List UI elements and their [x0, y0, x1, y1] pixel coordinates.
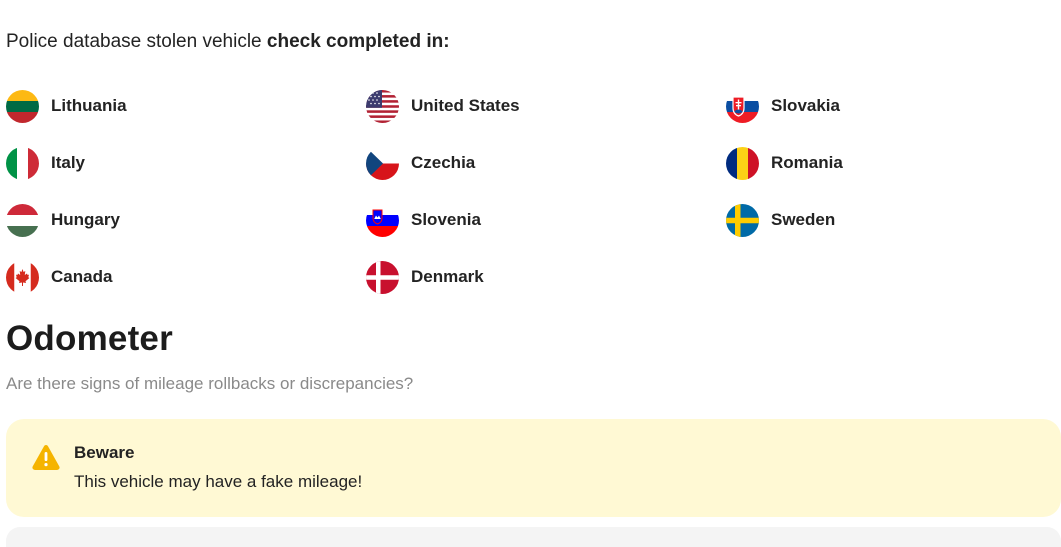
country-name: Denmark — [411, 267, 484, 286]
country-name: Lithuania — [51, 96, 127, 115]
italy-flag-icon — [6, 146, 39, 180]
country-name: United States — [411, 96, 520, 115]
country-name: Czechia — [411, 153, 476, 172]
country-item-canada: Canada — [6, 260, 112, 294]
stolen-check-intro: Police database stolen vehicle check com… — [6, 31, 450, 53]
slovenia-flag-icon — [366, 203, 399, 237]
stolen-check-intro-text: Police database stolen vehicle — [6, 31, 262, 52]
stolen-check-intro-emphasis: check completed in: — [266, 31, 450, 52]
country-name: Canada — [51, 267, 113, 286]
romania-flag-icon — [726, 146, 759, 180]
country-item-romania: Romania — [726, 146, 843, 180]
country-name: Slovenia — [411, 210, 481, 229]
next-section-card — [6, 527, 1061, 547]
mileage-warning-alert: Beware This vehicle may have a fake mile… — [6, 419, 1061, 517]
slovakia-flag-icon — [726, 89, 759, 123]
country-name: Hungary — [51, 210, 120, 229]
alert-message: This vehicle may have a fake mileage! — [74, 472, 363, 491]
country-name: Sweden — [771, 210, 836, 229]
sweden-flag-icon — [726, 203, 759, 237]
country-item-slovenia: Slovenia — [366, 203, 481, 237]
country-item-united-states: United States — [366, 89, 520, 123]
lithuania-flag-icon — [6, 89, 39, 123]
country-name: Slovakia — [771, 96, 840, 115]
country-item-sweden: Sweden — [726, 203, 835, 237]
country-item-slovakia: Slovakia — [726, 89, 840, 123]
country-item-czechia: Czechia — [366, 146, 475, 180]
odometer-subtitle: Are there signs of mileage rollbacks or … — [6, 374, 414, 393]
alert-title: Beware — [74, 443, 135, 462]
united-states-flag-icon — [366, 89, 399, 123]
country-name: Romania — [771, 153, 843, 172]
czechia-flag-icon — [366, 146, 399, 180]
country-name: Italy — [51, 153, 86, 172]
warning-icon — [31, 443, 61, 471]
hungary-flag-icon — [6, 203, 39, 237]
denmark-flag-icon — [366, 260, 399, 294]
odometer-title: Odometer — [6, 319, 173, 358]
country-item-denmark: Denmark — [366, 260, 484, 294]
country-item-hungary: Hungary — [6, 203, 120, 237]
country-item-italy: Italy — [6, 146, 85, 180]
canada-flag-icon — [6, 260, 39, 294]
country-item-lithuania: Lithuania — [6, 89, 127, 123]
